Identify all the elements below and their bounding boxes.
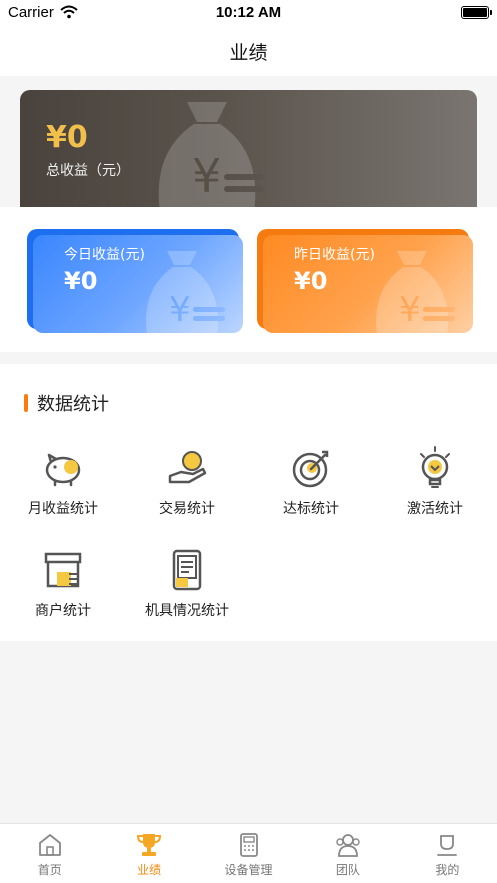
stat-label: 机具情况统计 <box>145 603 229 619</box>
daily-earnings-section: ¥ 今日收益(元) ¥0 ¥ 昨日收益(元) ¥0 <box>0 207 497 352</box>
tab-device-management[interactable]: 设备管理 <box>199 824 298 883</box>
today-earnings-amount: ¥0 <box>64 267 98 295</box>
svg-text:¥: ¥ <box>169 290 191 330</box>
yesterday-earnings-card[interactable]: ¥ 昨日收益(元) ¥0 <box>257 229 473 333</box>
status-time: 10:12 AM <box>215 4 282 21</box>
tab-home[interactable]: 首页 <box>0 824 99 883</box>
svg-text:¥: ¥ <box>192 149 221 203</box>
stat-label: 达标统计 <box>283 501 339 517</box>
section-header: 数据统计 <box>24 390 109 416</box>
stat-merchants[interactable]: 商户统计 <box>1 548 125 620</box>
stat-label: 激活统计 <box>407 501 463 517</box>
profile-icon <box>437 835 458 856</box>
page-title: 业绩 <box>229 41 268 64</box>
total-earnings-label: 总收益（元） <box>46 163 130 179</box>
stat-targets-met[interactable]: 达标统计 <box>249 446 373 518</box>
nav-bar: 业绩 <box>0 26 497 76</box>
store-icon <box>44 552 82 588</box>
bottom-tab-bar: 首页 业绩 设备管理 团队 我的 <box>0 823 497 883</box>
trophy-icon <box>137 834 162 856</box>
hand-coin-icon <box>168 451 207 484</box>
yesterday-earnings-amount: ¥0 <box>294 267 328 295</box>
status-bar: Carrier 10:12 AM <box>0 0 497 26</box>
device-icon <box>172 549 202 591</box>
tab-performance[interactable]: 业绩 <box>99 824 198 883</box>
today-earnings-card[interactable]: ¥ 今日收益(元) ¥0 <box>27 229 243 333</box>
section-title: 数据统计 <box>37 394 109 415</box>
stat-devices[interactable]: 机具情况统计 <box>125 548 249 620</box>
stat-label: 商户统计 <box>35 603 91 619</box>
tab-label: 设备管理 <box>224 863 273 877</box>
tab-label: 团队 <box>335 863 360 877</box>
svg-text:¥: ¥ <box>399 290 421 330</box>
stat-activations[interactable]: 激活统计 <box>373 446 497 518</box>
lightbulb-icon <box>420 446 450 488</box>
tab-label: 我的 <box>435 863 460 877</box>
piggy-bank-icon <box>45 453 81 487</box>
stat-transactions[interactable]: 交易统计 <box>125 446 249 518</box>
team-icon <box>336 834 360 857</box>
total-earnings-card: ¥ ¥0 总收益（元） <box>20 90 477 208</box>
target-icon <box>292 450 329 488</box>
tab-profile[interactable]: 我的 <box>398 824 497 883</box>
battery-icon <box>461 6 492 19</box>
tab-label: 首页 <box>37 863 62 877</box>
section-accent-bar <box>24 394 28 412</box>
stat-monthly-earnings[interactable]: 月收益统计 <box>1 446 125 518</box>
yesterday-earnings-label: 昨日收益(元) <box>294 247 375 263</box>
calculator-icon <box>239 833 258 857</box>
data-statistics-section: 数据统计 月收益统计 交易统计 达标统计 激活统计 商户统计 机具情况统计 <box>0 364 497 641</box>
tab-label: 业绩 <box>137 863 162 877</box>
total-earnings-section: ¥ ¥0 总收益（元） <box>0 76 497 208</box>
stat-label: 交易统计 <box>159 501 215 517</box>
total-earnings-amount: ¥0 <box>46 120 88 155</box>
tab-team[interactable]: 团队 <box>298 824 397 883</box>
home-icon <box>38 834 61 856</box>
today-earnings-label: 今日收益(元) <box>64 247 145 263</box>
money-bag-icon: ¥ <box>158 102 264 208</box>
stat-label: 月收益统计 <box>28 501 98 517</box>
